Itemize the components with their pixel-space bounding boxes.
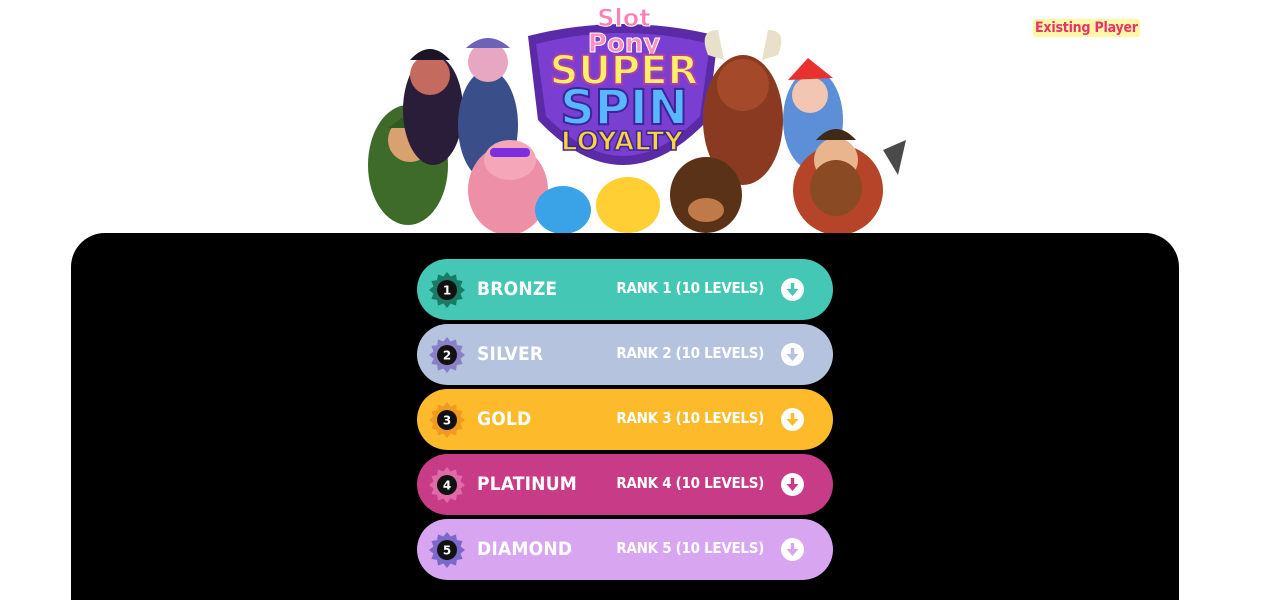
arrow-head-shape: [786, 419, 799, 426]
rank-number: 1: [443, 284, 451, 298]
rank-levels: RANK 5 (10 LEVELS): [616, 539, 764, 557]
rank-number: 3: [443, 414, 451, 428]
rank-badge-icon: 2: [428, 336, 466, 374]
logo-slot: Slot: [597, 4, 650, 32]
rank-number: 5: [443, 544, 451, 558]
hero-illustration: Slot Pony SUPER SPIN LOYALTY: [368, 4, 906, 233]
rank-name: PLATINUM: [477, 473, 577, 495]
rank-name: DIAMOND: [477, 538, 573, 560]
expand-arrow-icon[interactable]: [781, 538, 804, 561]
rank-number: 2: [443, 349, 451, 363]
rank-badge-icon: 3: [428, 401, 466, 439]
expand-arrow-icon[interactable]: [781, 278, 804, 301]
rank-badge-icon: 5: [428, 531, 466, 569]
expand-arrow-icon[interactable]: [781, 408, 804, 431]
existing-player-link[interactable]: Existing Player: [1033, 19, 1140, 37]
rank-row-platinum[interactable]: 4 PLATINUM RANK 4 (10 LEVELS): [417, 454, 833, 515]
expand-arrow-icon[interactable]: [781, 473, 804, 496]
rank-number: 4: [443, 479, 451, 493]
arrow-head-shape: [786, 354, 799, 361]
rank-name: GOLD: [477, 408, 532, 430]
rank-levels: RANK 4 (10 LEVELS): [616, 474, 764, 492]
rank-levels: RANK 3 (10 LEVELS): [616, 409, 764, 427]
rank-name: BRONZE: [477, 278, 558, 300]
hero-banner: Slot Pony SUPER SPIN LOYALTY: [338, 0, 910, 233]
rank-row-gold[interactable]: 3 GOLD RANK 3 (10 LEVELS): [417, 389, 833, 450]
rank-badge-icon: 4: [428, 466, 466, 504]
rank-levels: RANK 2 (10 LEVELS): [616, 344, 764, 362]
arrow-head-shape: [786, 549, 799, 556]
arrow-head-shape: [786, 289, 799, 296]
page: Slot Pony SUPER SPIN LOYALTY Existing Pl…: [0, 0, 1272, 600]
rank-badge-icon: 1: [428, 271, 466, 309]
rank-row-silver[interactable]: 2 SILVER RANK 2 (10 LEVELS): [417, 324, 833, 385]
shovel-icon: [883, 140, 906, 175]
arrow-head-shape: [786, 484, 799, 491]
rank-row-diamond[interactable]: 5 DIAMOND RANK 5 (10 LEVELS): [417, 519, 833, 580]
expand-arrow-icon[interactable]: [781, 343, 804, 366]
rank-list: 1 BRONZE RANK 1 (10 LEVELS) 2 SILVER RAN…: [417, 259, 833, 584]
logo-loyalty: LOYALTY: [561, 127, 684, 157]
rank-levels: RANK 1 (10 LEVELS): [616, 279, 764, 297]
bird-character: [535, 186, 591, 233]
rank-row-bronze[interactable]: 1 BRONZE RANK 1 (10 LEVELS): [417, 259, 833, 320]
pufferfish-character: [596, 177, 660, 233]
rank-name: SILVER: [477, 343, 544, 365]
